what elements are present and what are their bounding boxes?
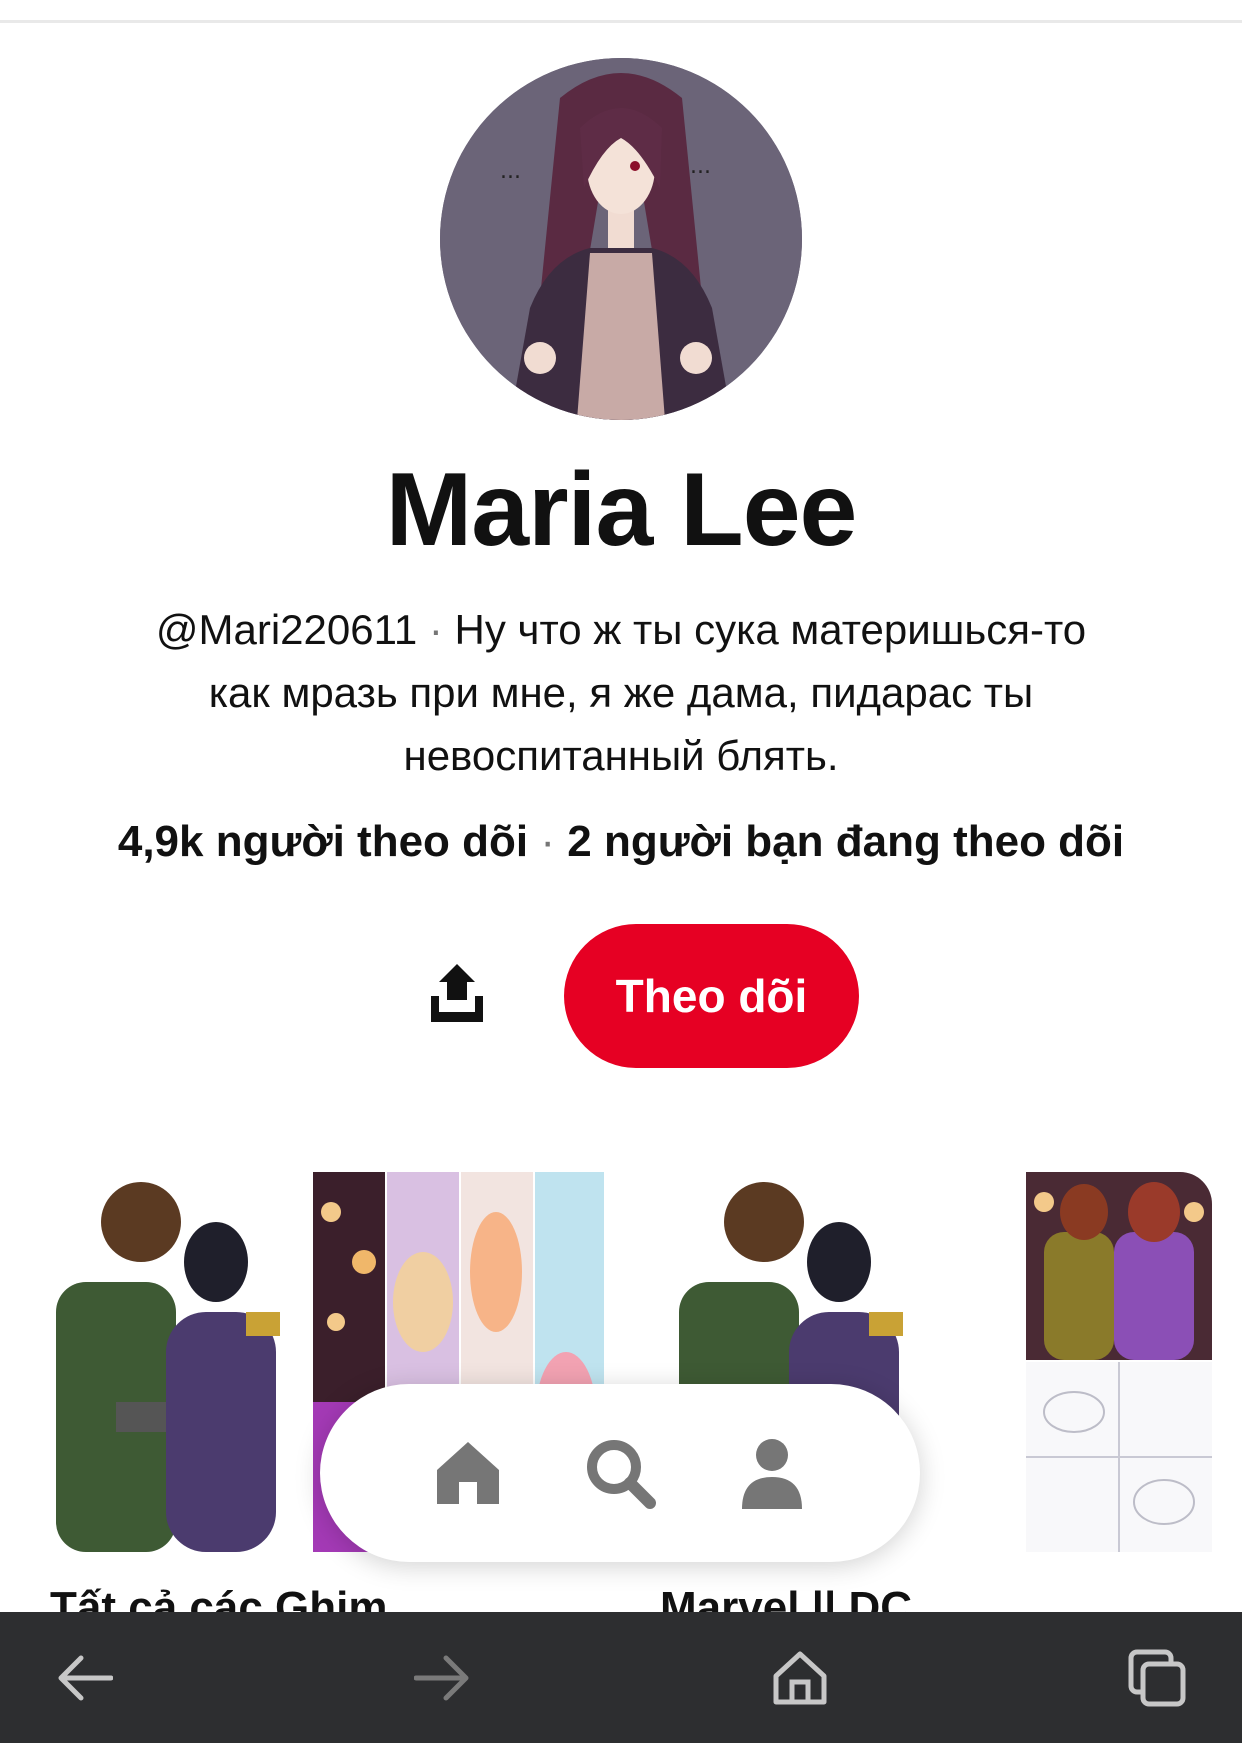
top-divider bbox=[0, 20, 1242, 23]
share-icon bbox=[431, 964, 483, 1022]
profile-handle: @Mari220611 bbox=[155, 606, 418, 653]
svg-text:...: ... bbox=[690, 154, 711, 179]
profile-icon bbox=[742, 1439, 802, 1509]
follow-button[interactable]: Theo dõi bbox=[564, 924, 859, 1068]
back-arrow-icon bbox=[58, 1655, 113, 1700]
svg-text:...: ... bbox=[500, 159, 521, 184]
profile-bio: @Mari220611 · Ну что ж ты сука материшьс… bbox=[70, 598, 1172, 787]
tabs-icon bbox=[1128, 1649, 1186, 1706]
home-icon bbox=[437, 1442, 499, 1504]
bio-line-1: @Mari220611 · Ну что ж ты сука материшьс… bbox=[70, 598, 1172, 661]
avatar[interactable]: ... ... bbox=[440, 58, 802, 420]
profile-stats: 4,9k người theo dõi · 2 người bạn đang t… bbox=[0, 812, 1242, 872]
nav-profile[interactable] bbox=[727, 1428, 817, 1518]
back-button[interactable] bbox=[52, 1645, 118, 1711]
friends-following[interactable]: 2 người bạn đang theo dõi bbox=[567, 817, 1124, 866]
search-icon bbox=[587, 1440, 656, 1509]
tabs-button[interactable] bbox=[1124, 1645, 1190, 1711]
avatar-illustration: ... ... bbox=[440, 58, 802, 420]
share-button[interactable] bbox=[412, 948, 502, 1038]
forward-arrow-icon bbox=[414, 1655, 469, 1700]
stats-separator: · bbox=[528, 817, 568, 866]
bio-text-1: Ну что ж ты сука материшься-то bbox=[442, 606, 1087, 653]
followers-count[interactable]: 4,9k người theo dõi bbox=[118, 817, 528, 866]
nav-search[interactable] bbox=[575, 1428, 665, 1518]
profile-name: Maria Lee bbox=[385, 452, 858, 568]
bio-line-3: невоспитанный блять. bbox=[403, 732, 839, 779]
nav-home[interactable] bbox=[423, 1428, 513, 1518]
home-icon bbox=[773, 1651, 827, 1704]
browser-toolbar bbox=[0, 1612, 1242, 1743]
bio-separator: · bbox=[428, 606, 443, 653]
profile-screen: ... ... Maria Lee @Mari220611 · Ну что ж… bbox=[0, 0, 1242, 1743]
bio-line-2: как мразь при мне, я же дама, пидарас ты bbox=[208, 669, 1034, 716]
bottom-nav bbox=[320, 1384, 920, 1562]
browser-home-button[interactable] bbox=[767, 1645, 833, 1711]
forward-button[interactable] bbox=[409, 1645, 475, 1711]
